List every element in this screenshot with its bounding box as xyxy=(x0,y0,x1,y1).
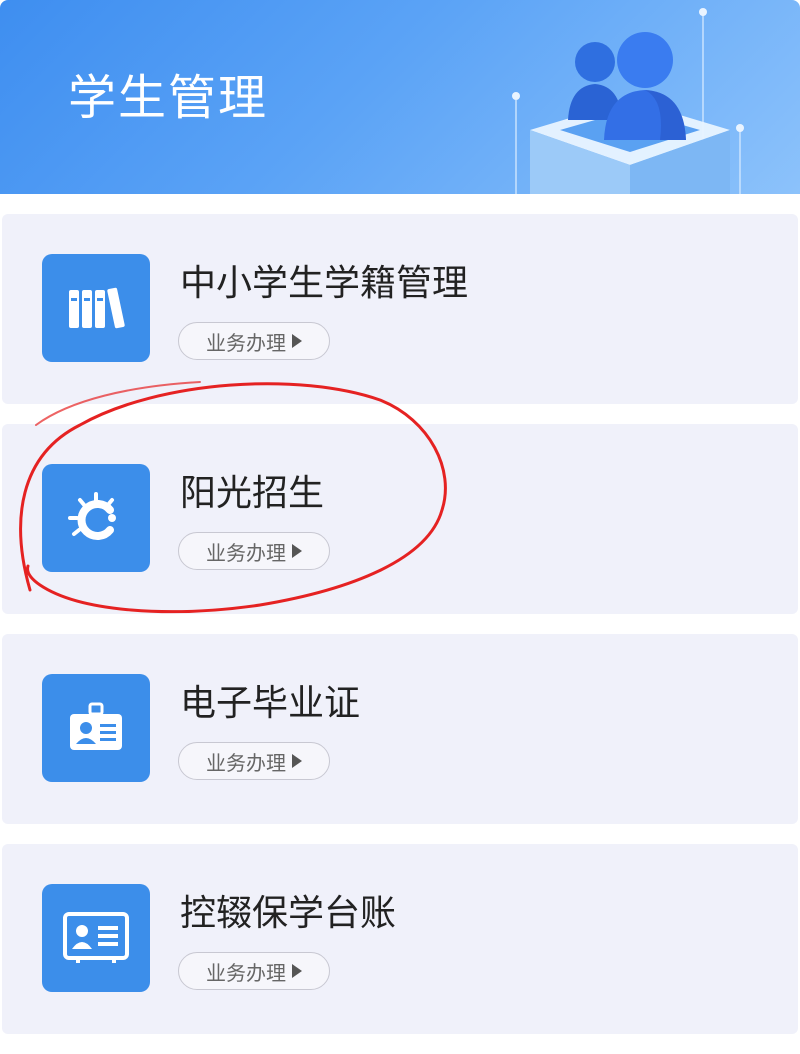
service-title: 阳光招生 xyxy=(180,473,325,514)
service-card-e-diploma[interactable]: 电子毕业证 业务办理 xyxy=(2,634,798,824)
button-label: 业务办理 xyxy=(206,960,286,985)
business-handle-button[interactable]: 业务办理 xyxy=(178,322,330,360)
service-card-dropout-ledger[interactable]: 控辍保学台账 业务办理 xyxy=(2,844,798,1034)
business-handle-button[interactable]: 业务办理 xyxy=(178,742,330,780)
service-card-sunshine-enrollment[interactable]: 阳光招生 业务办理 xyxy=(2,424,798,614)
play-arrow-icon xyxy=(292,964,302,978)
id-card-icon xyxy=(42,884,150,992)
id-badge-icon xyxy=(42,674,150,782)
play-arrow-icon xyxy=(292,544,302,558)
button-label: 业务办理 xyxy=(206,330,286,355)
sunshine-icon xyxy=(42,464,150,572)
service-title: 中小学生学籍管理 xyxy=(180,263,469,304)
header-banner: 学生管理 xyxy=(0,0,800,194)
button-label: 业务办理 xyxy=(206,540,286,565)
users-pedestal-illustration xyxy=(512,8,744,194)
page-title: 学生管理 xyxy=(68,70,269,126)
service-title: 控辍保学台账 xyxy=(180,893,397,934)
books-icon xyxy=(42,254,150,362)
business-handle-button[interactable]: 业务办理 xyxy=(178,532,330,570)
button-label: 业务办理 xyxy=(206,750,286,775)
service-card-student-status[interactable]: 中小学生学籍管理 业务办理 xyxy=(2,214,798,404)
service-title: 电子毕业证 xyxy=(180,683,361,724)
play-arrow-icon xyxy=(292,754,302,768)
business-handle-button[interactable]: 业务办理 xyxy=(178,952,330,990)
play-arrow-icon xyxy=(292,334,302,348)
